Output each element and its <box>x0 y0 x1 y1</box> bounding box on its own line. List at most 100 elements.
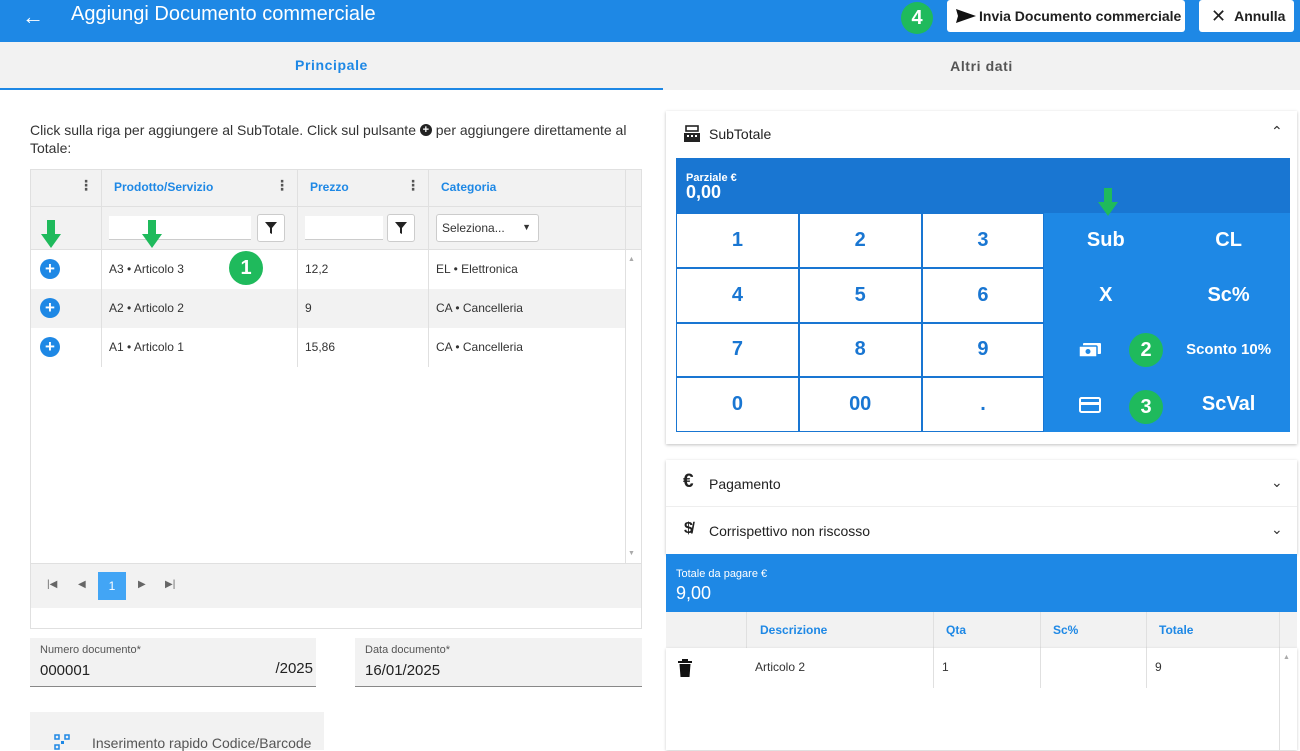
table-row[interactable]: + A1 • Articolo 1 15,86 CA • Cancelleria <box>31 328 625 367</box>
product-filter-input[interactable] <box>109 216 251 240</box>
table-row[interactable]: + A3 • Articolo 3 12,2 EL • Elettronica <box>31 250 625 289</box>
no-money-icon: $̸ <box>684 520 693 537</box>
column-menu-icon[interactable]: ⋮ <box>275 177 289 194</box>
price-filter-button[interactable] <box>387 214 415 242</box>
key-1[interactable]: 1 <box>676 213 799 268</box>
key-cl[interactable]: CL <box>1167 213 1290 268</box>
green-arrow-down-icon <box>1098 188 1118 216</box>
price-filter-input[interactable] <box>305 216 383 240</box>
key-8[interactable]: 8 <box>798 322 922 378</box>
document-number-value: 000001 <box>40 662 91 679</box>
document-number-suffix: /2025 <box>275 660 313 677</box>
back-arrow-icon[interactable]: ← <box>22 4 44 30</box>
column-menu-icon[interactable]: ⋮ <box>406 177 420 194</box>
green-arrow-down-icon <box>142 220 162 248</box>
add-to-total-icon[interactable]: + <box>40 298 60 318</box>
close-icon: ✕ <box>1211 5 1227 26</box>
filter-icon <box>265 222 277 234</box>
tab-principale[interactable]: Principale <box>0 42 663 90</box>
category-cell: EL • Elettronica <box>436 262 518 276</box>
product-grid: ⋮ Prodotto/Servizio ⋮ Prezzo ⋮ Categoria… <box>30 169 642 629</box>
category-cell: CA • Cancelleria <box>436 301 523 315</box>
scroll-down-icon[interactable]: ▼ <box>628 550 635 557</box>
column-header-discount[interactable]: Sc% <box>1053 623 1078 637</box>
quick-insert-button[interactable]: Inserimento rapido Codice/Barcode <box>30 712 324 751</box>
key-2[interactable]: 2 <box>798 213 922 268</box>
key-multiply[interactable]: X <box>1044 267 1168 323</box>
chevron-down-icon[interactable]: ⌄ <box>1271 521 1283 538</box>
qty-cell: 1 <box>942 660 949 674</box>
column-header-product[interactable]: Prodotto/Servizio <box>114 180 213 194</box>
column-header-description[interactable]: Descrizione <box>760 623 827 637</box>
add-to-total-icon[interactable]: + <box>40 337 60 357</box>
scroll-up-icon[interactable]: ▲ <box>1283 654 1290 661</box>
category-cell: CA • Cancelleria <box>436 340 523 354</box>
chevron-up-icon[interactable]: ⌃ <box>1271 123 1283 140</box>
cash-register-icon <box>684 125 700 142</box>
total-value: 9,00 <box>676 583 712 603</box>
table-row[interactable]: Articolo 2 1 9 <box>666 648 1279 688</box>
column-header-total[interactable]: Totale <box>1159 623 1193 637</box>
key-0[interactable]: 0 <box>676 377 799 432</box>
quick-insert-label: Inserimento rapido Codice/Barcode <box>92 735 312 751</box>
uncollected-title: Corrispettivo non riscosso <box>709 523 871 539</box>
column-menu-icon[interactable]: ⋮ <box>79 177 93 194</box>
table-row[interactable]: + A2 • Articolo 2 9 CA • Cancelleria <box>31 289 625 328</box>
key-3[interactable]: 3 <box>921 213 1045 268</box>
payment-section[interactable]: € Pagamento ⌄ <box>666 460 1297 506</box>
first-page-icon[interactable]: |◀ <box>47 579 57 590</box>
price-cell: 9 <box>305 301 312 315</box>
page-title: Aggiungi Documento commerciale <box>71 3 376 25</box>
trash-icon[interactable] <box>678 659 692 677</box>
app-header: ← Aggiungi Documento commerciale 4 Invia… <box>0 0 1300 42</box>
instructions-text: Click sulla riga per aggiungere al SubTo… <box>30 121 650 157</box>
pagination: |◀ ◀ 1 ▶ ▶| <box>31 563 641 608</box>
document-date-value: 16/01/2025 <box>365 662 441 679</box>
category-filter-placeholder: Seleziona... <box>442 221 505 235</box>
add-to-total-icon[interactable]: + <box>40 259 60 279</box>
key-scval[interactable]: ScVal <box>1167 377 1290 432</box>
total-bar: Totale da pagare € 9,00 <box>666 554 1297 612</box>
total-table-header: Descrizione Qta Sc% Totale <box>666 612 1297 648</box>
send-document-button[interactable]: Invia Documento commerciale <box>947 0 1185 32</box>
page-button[interactable]: 1 <box>98 572 126 600</box>
instructions-part1: Click sulla riga per aggiungere al SubTo… <box>30 122 416 138</box>
column-header-qty[interactable]: Qta <box>946 623 966 637</box>
category-filter-select[interactable]: Seleziona... ▼ <box>436 214 539 242</box>
subtotal-title: SubTotale <box>709 126 772 142</box>
key-9[interactable]: 9 <box>921 322 1045 378</box>
total-table-body: Articolo 2 1 9 ▲ <box>666 648 1297 750</box>
uncollected-section[interactable]: $̸ Corrispettivo non riscosso ⌄ <box>666 507 1297 554</box>
key-sconto-10[interactable]: Sconto 10% <box>1167 322 1290 378</box>
column-header-price[interactable]: Prezzo <box>310 180 349 194</box>
next-page-icon[interactable]: ▶ <box>138 579 146 590</box>
chevron-down-icon[interactable]: ⌄ <box>1271 474 1283 491</box>
tab-bar: Principale Altri dati <box>0 42 1300 90</box>
document-number-label: Numero documento* <box>40 644 141 656</box>
tab-altri-dati[interactable]: Altri dati <box>663 42 1300 90</box>
filter-icon <box>395 222 407 234</box>
document-date-field[interactable]: Data documento* 16/01/2025 <box>355 638 642 687</box>
step-marker-3: 3 <box>1129 390 1163 424</box>
green-arrow-down-icon <box>41 220 61 248</box>
product-cell: A2 • Articolo 2 <box>109 301 184 315</box>
key-00[interactable]: 00 <box>798 377 922 432</box>
product-cell: A3 • Articolo 3 <box>109 262 184 276</box>
scroll-up-icon[interactable]: ▲ <box>628 256 635 263</box>
key-5[interactable]: 5 <box>798 267 922 323</box>
prev-page-icon[interactable]: ◀ <box>78 579 86 590</box>
cancel-button[interactable]: ✕ Annulla <box>1199 0 1294 32</box>
grid-header: ⋮ Prodotto/Servizio ⋮ Prezzo ⋮ Categoria… <box>31 170 641 250</box>
key-dot[interactable]: . <box>921 377 1045 432</box>
document-number-field[interactable]: Numero documento* 000001 /2025 <box>30 638 316 687</box>
key-4[interactable]: 4 <box>676 267 799 323</box>
price-cell: 12,2 <box>305 262 329 276</box>
product-filter-button[interactable] <box>257 214 285 242</box>
key-discount-percent[interactable]: Sc% <box>1167 267 1290 323</box>
credit-card-icon <box>1078 396 1101 413</box>
last-page-icon[interactable]: ▶| <box>165 579 175 590</box>
key-6[interactable]: 6 <box>921 267 1045 323</box>
column-header-category[interactable]: Categoria <box>441 180 496 194</box>
key-7[interactable]: 7 <box>676 322 799 378</box>
key-sub[interactable]: Sub <box>1044 213 1168 268</box>
